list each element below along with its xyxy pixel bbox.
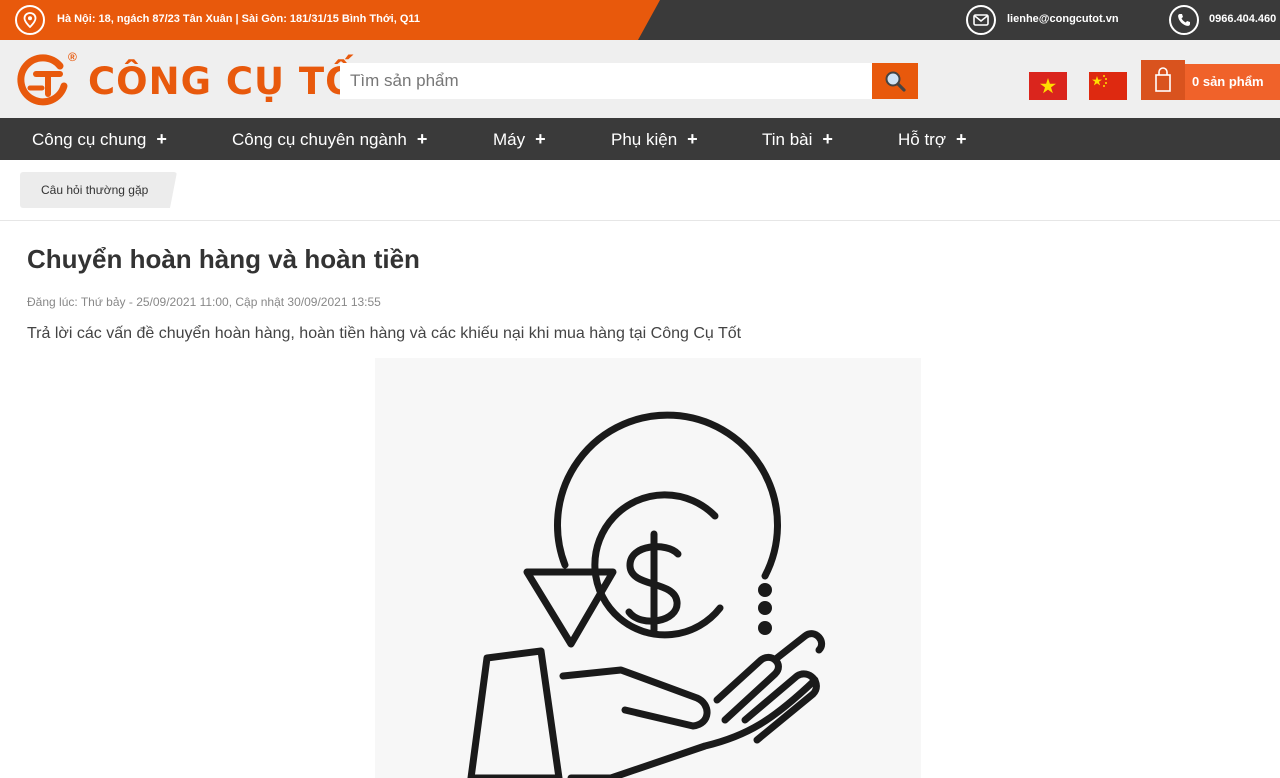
- expand-plus-icon[interactable]: +: [156, 129, 167, 149]
- nav-item-label: Máy: [493, 130, 526, 149]
- nav-item-label: Phụ kiện: [611, 130, 678, 149]
- expand-plus-icon[interactable]: +: [417, 129, 428, 149]
- contact-email-link[interactable]: lienhe@congcutot.vn: [1007, 13, 1119, 25]
- expand-plus-icon[interactable]: +: [956, 129, 967, 149]
- breadcrumb[interactable]: Câu hỏi thường gặp: [20, 172, 177, 208]
- nav-item-cong-cu-chuyen-nganh[interactable]: Công cụ chuyên ngành +: [232, 118, 427, 160]
- nav-item-label: Tin bài: [762, 130, 813, 149]
- search-icon: [885, 71, 906, 92]
- search-input[interactable]: [340, 63, 872, 99]
- shopping-bag-icon: [1155, 67, 1171, 92]
- article-image: [375, 358, 921, 778]
- article-summary: Trả lời các vấn đề chuyển hoàn hàng, hoà…: [27, 325, 742, 342]
- brand-logo-icon[interactable]: [16, 50, 72, 108]
- china-flag-icon[interactable]: [1089, 72, 1127, 100]
- expand-plus-icon[interactable]: +: [822, 129, 833, 149]
- registered-mark: ®: [68, 50, 77, 64]
- nav-item-cong-cu-chung[interactable]: Công cụ chung +: [32, 118, 167, 160]
- nav-item-may[interactable]: Máy +: [493, 118, 546, 160]
- search-button[interactable]: [872, 63, 918, 99]
- top-bar: Hà Nội: 18, ngách 87/23 Tân Xuân | Sài G…: [0, 0, 1280, 40]
- post-meta: Đăng lúc: Thứ bảy - 25/09/2021 11:00, Cậ…: [27, 295, 381, 309]
- nav-item-label: Công cụ chung: [32, 130, 147, 149]
- section-divider: [0, 220, 1280, 221]
- refund-money-hand-icon: [467, 411, 826, 778]
- nav-item-label: Hỗ trợ: [898, 130, 946, 149]
- phone-icon[interactable]: [1169, 5, 1199, 35]
- nav-item-label: Công cụ chuyên ngành: [232, 130, 407, 149]
- store-address: Hà Nội: 18, ngách 87/23 Tân Xuân | Sài G…: [57, 13, 421, 25]
- cart-icon-box: [1141, 60, 1185, 100]
- cart-button[interactable]: 0 sản phẩm: [1141, 60, 1280, 100]
- expand-plus-icon[interactable]: +: [687, 129, 698, 149]
- cart-count: 0 sản phẩm: [1192, 74, 1264, 89]
- nav-item-tin-bai[interactable]: Tin bài +: [762, 118, 833, 160]
- expand-plus-icon[interactable]: +: [535, 129, 546, 149]
- main-nav: Công cụ chung + Công cụ chuyên ngành + Máy…: [0, 118, 1280, 160]
- breadcrumb-label[interactable]: Câu hỏi thường gặp: [41, 183, 148, 197]
- envelope-icon[interactable]: [966, 5, 996, 35]
- nav-item-ho-tro[interactable]: Hỗ trợ +: [898, 118, 967, 160]
- cart-label-box: 0 sản phẩm: [1185, 64, 1280, 100]
- site-header: ® CÔNG CỤ TỐT 0 sản phẩm: [0, 40, 1280, 118]
- nav-item-phu-kien[interactable]: Phụ kiện +: [611, 118, 698, 160]
- map-pin-icon: [15, 5, 45, 35]
- vietnam-flag-icon[interactable]: [1029, 72, 1067, 100]
- page-title: Chuyển hoàn hàng và hoàn tiền: [27, 244, 420, 274]
- contact-phone-link[interactable]: 0966.404.460: [1209, 13, 1276, 25]
